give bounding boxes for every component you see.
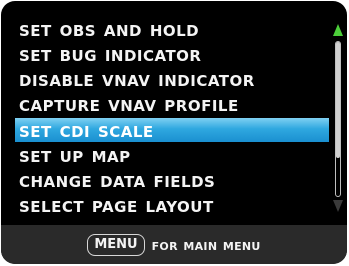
menu-item-set-cdi-scale[interactable]: Set CDI Scale (19, 118, 154, 142)
footer-hint-text: for Main Menu (151, 235, 261, 254)
menu-item-label: Set Up Map (19, 143, 131, 167)
menu-item-set-bug-indicator[interactable]: Set Bug Indicator (19, 42, 201, 66)
menu-item-label: Capture VNAV Profile (19, 92, 239, 116)
menu-item-change-data-fields[interactable]: Change Data Fields (19, 168, 215, 192)
menu-item-capture-vnav-profile[interactable]: Capture VNAV Profile (19, 92, 239, 116)
menu-item-label: Set Bug Indicator (19, 42, 202, 66)
menu-item-label: Select Page Layout (19, 193, 214, 217)
scrollbar-thumb[interactable] (336, 42, 340, 158)
menu-item-select-page-layout[interactable]: Select Page Layout (19, 193, 214, 217)
menu-item-label: Disable VNAV Indicator (19, 67, 255, 91)
scroll-up-arrow-icon[interactable] (333, 24, 343, 36)
menu-item-label: Set OBS and Hold (19, 17, 200, 41)
menu-screen: Set OBS and Hold Set Bug Indicator Disab… (1, 1, 347, 264)
menu-key-button[interactable]: MENU (87, 233, 145, 256)
option-menu: Set OBS and Hold Set Bug Indicator Disab… (1, 1, 347, 225)
menu-item-disable-vnav-indicator[interactable]: Disable VNAV Indicator (19, 67, 255, 91)
scroll-down-arrow-icon[interactable] (333, 200, 343, 212)
menu-item-set-up-map[interactable]: Set Up Map (19, 143, 131, 167)
softkey-hint-bar: MENU for Main Menu (1, 225, 347, 264)
menu-item-label: Change Data Fields (19, 168, 216, 192)
menu-item-label: Set CDI Scale (19, 118, 154, 142)
menu-item-set-obs-and-hold[interactable]: Set OBS and Hold (19, 17, 199, 41)
